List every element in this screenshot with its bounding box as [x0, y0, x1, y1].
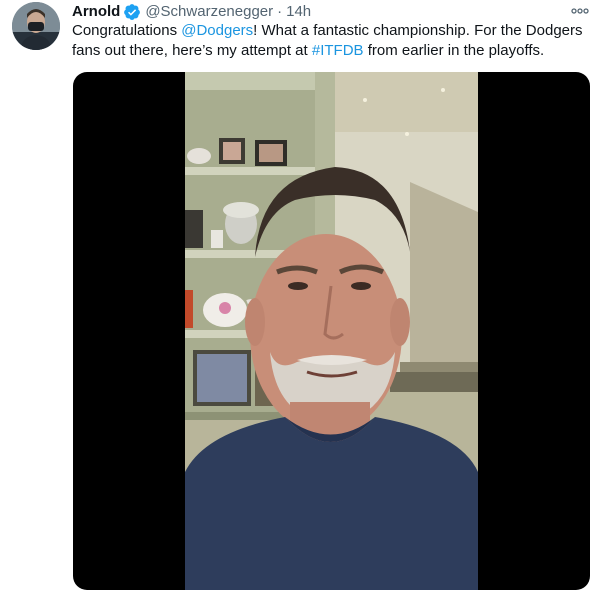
timestamp[interactable]: 14h [286, 2, 311, 22]
verified-badge-icon [124, 4, 141, 20]
tweet[interactable]: Arnold @Schwarzenegger · 14h Congratulat… [0, 0, 600, 596]
author-name[interactable]: Arnold [72, 2, 120, 22]
separator-dot: · [277, 3, 283, 20]
hashtag-link[interactable]: #ITFDB [312, 42, 364, 59]
more-options-icon[interactable] [570, 4, 590, 18]
tweet-text-part: Congratulations [72, 22, 182, 39]
tweet-text: Congratulations @Dodgers! What a fantast… [72, 21, 590, 61]
author-handle[interactable]: @Schwarzenegger [145, 2, 273, 22]
avatar[interactable] [12, 2, 60, 50]
video-still [185, 72, 478, 590]
tweet-header: Arnold @Schwarzenegger · 14h [72, 1, 311, 23]
video-frame [185, 72, 478, 590]
tweet-video[interactable] [73, 72, 590, 590]
avatar-photo [12, 2, 60, 50]
mention-link[interactable]: @Dodgers [181, 22, 253, 39]
tweet-text-part: from earlier in the playoffs. [363, 42, 545, 59]
